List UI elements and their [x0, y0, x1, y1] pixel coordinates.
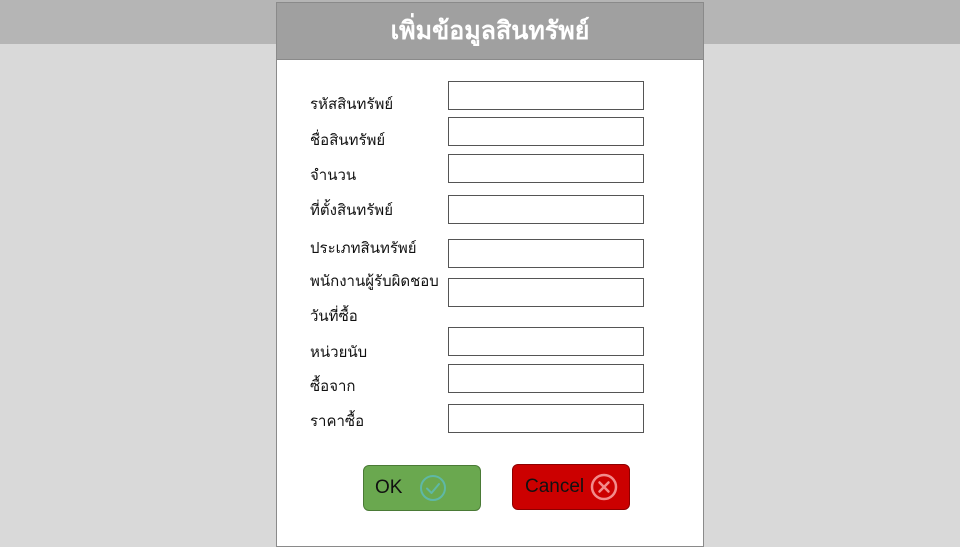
purchase-price-input[interactable]: [448, 404, 644, 433]
responsible-employee-input[interactable]: [448, 278, 644, 307]
cancel-button-label: Cancel: [525, 476, 585, 497]
unit-input[interactable]: [448, 327, 644, 356]
label-asset-location: ที่ตั้งสินทรัพย์: [310, 201, 393, 219]
purchased-from-input[interactable]: [448, 364, 644, 393]
quantity-input[interactable]: [448, 154, 644, 183]
asset-name-input[interactable]: [448, 117, 644, 146]
asset-type-input[interactable]: [448, 239, 644, 268]
cancel-button[interactable]: Cancel: [512, 464, 630, 510]
ok-button-label: OK: [375, 477, 403, 498]
x-circle-icon: [590, 473, 618, 501]
label-quantity: จำนวน: [310, 166, 357, 184]
label-purchased-from: ซื้อจาก: [310, 377, 356, 395]
label-purchase-price: ราคาซื้อ: [310, 412, 365, 430]
asset-code-input[interactable]: [448, 81, 644, 110]
label-purchase-date: วันที่ซื้อ: [310, 307, 358, 325]
asset-location-input[interactable]: [448, 195, 644, 224]
add-asset-dialog: เพิ่มข้อมูลสินทรัพย์ รหัสสินทรัพย์ ชื่อส…: [276, 2, 704, 547]
check-circle-icon: [420, 475, 446, 501]
label-asset-type: ประเภทสินทรัพย์: [310, 239, 417, 257]
label-asset-name: ชื่อสินทรัพย์: [310, 131, 386, 149]
label-responsible-employee: พนักงานผู้รับผิดชอบ: [310, 272, 439, 290]
dialog-title: เพิ่มข้อมูลสินทรัพย์: [277, 3, 703, 60]
label-unit: หน่วยนับ: [310, 343, 368, 361]
label-asset-code: รหัสสินทรัพย์: [310, 95, 394, 113]
ok-button[interactable]: OK: [363, 465, 481, 511]
